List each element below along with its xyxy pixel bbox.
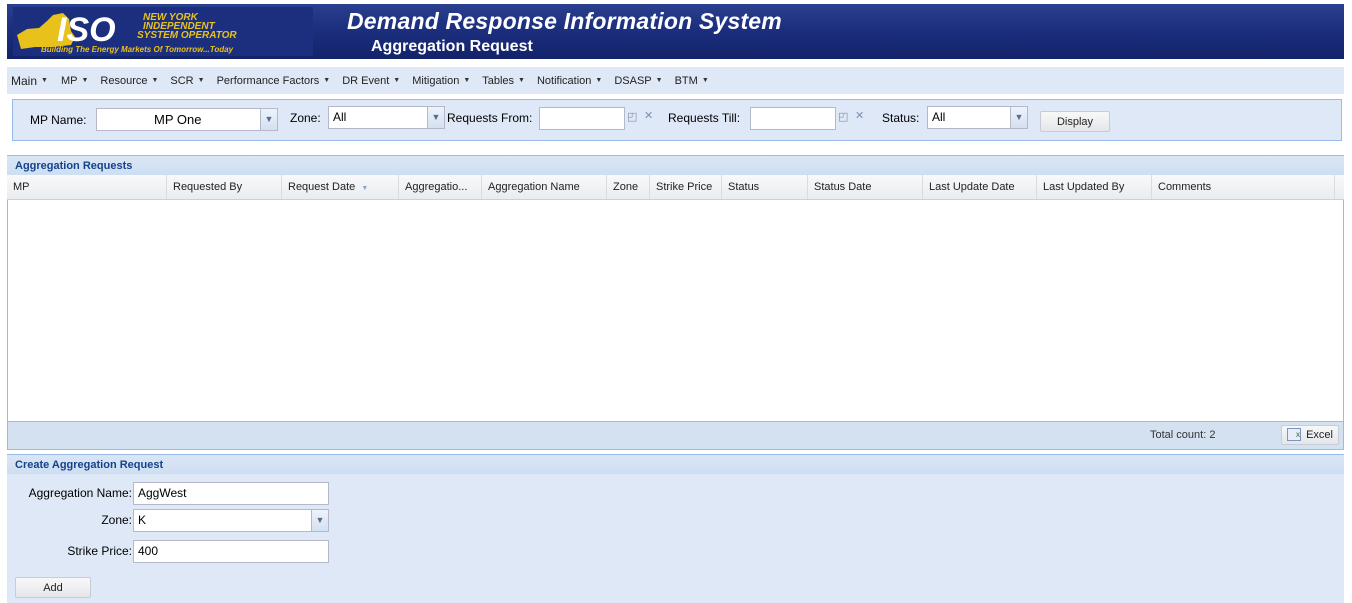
column-last-updated-by[interactable]: Last Updated By xyxy=(1037,175,1152,199)
header-banner: ISO NEW YORK INDEPENDENT SYSTEM OPERATOR… xyxy=(7,4,1344,59)
main-menu: Main ▼ MP ▼ Resource ▼ SCR ▼ Performance Fac… xyxy=(7,67,1344,94)
svg-text:SYSTEM OPERATOR: SYSTEM OPERATOR xyxy=(137,30,237,41)
chevron-down-icon: ▼ xyxy=(393,77,401,84)
app-title: Demand Response Information System xyxy=(347,8,782,34)
column-status[interactable]: Status xyxy=(722,175,808,199)
menu-mitigation[interactable]: Mitigation ▼ xyxy=(412,75,470,87)
mp-name-select[interactable]: MP One ▼ xyxy=(96,108,278,131)
grid-title: Aggregation Requests xyxy=(7,155,1344,176)
menu-scr[interactable]: SCR ▼ xyxy=(170,75,204,87)
logo-iso-text: ISO xyxy=(57,11,116,49)
svg-text:Building The Energy Markets Of: Building The Energy Markets Of Tomorrow.… xyxy=(41,45,234,54)
column-request-date[interactable]: Request Date ▼ xyxy=(282,175,399,199)
chevron-down-icon: ▼ xyxy=(463,77,471,84)
zone-select[interactable]: K ▼ xyxy=(133,509,329,532)
chevron-down-icon[interactable]: ▼ xyxy=(427,107,444,128)
menu-tables[interactable]: Tables ▼ xyxy=(482,75,525,87)
excel-button[interactable]: x Excel xyxy=(1281,425,1339,445)
chevron-down-icon: ▼ xyxy=(41,77,48,84)
status-select[interactable]: All ▼ xyxy=(927,106,1028,129)
requests-from-label: Requests From: xyxy=(447,111,533,125)
chevron-down-icon: ▼ xyxy=(197,77,205,84)
menu-dr-event[interactable]: DR Event ▼ xyxy=(342,75,400,87)
menu-dsasp[interactable]: DSASP ▼ xyxy=(614,75,662,87)
requests-till-label: Requests Till: xyxy=(668,111,741,125)
zone-label: Zone: xyxy=(290,111,321,125)
menu-mp[interactable]: MP ▼ xyxy=(61,75,88,87)
strike-price-input[interactable]: 400 xyxy=(133,540,329,563)
aggregation-name-input[interactable]: AggWest xyxy=(133,482,329,505)
chevron-down-icon[interactable]: ▼ xyxy=(260,109,277,130)
column-aggregation-id[interactable]: Aggregatio... xyxy=(399,175,482,199)
requests-till-input[interactable] xyxy=(750,107,836,130)
nyiso-logo: ISO NEW YORK INDEPENDENT SYSTEM OPERATOR… xyxy=(13,7,313,56)
column-requested-by[interactable]: Requested By xyxy=(167,175,282,199)
column-mp[interactable]: MP xyxy=(7,175,167,199)
column-status-date[interactable]: Status Date xyxy=(808,175,923,199)
zone-select[interactable]: All ▼ xyxy=(328,106,445,129)
sort-desc-icon: ▼ xyxy=(361,185,369,192)
requests-from-input[interactable] xyxy=(539,107,625,130)
clear-icon[interactable]: ✕ xyxy=(644,109,653,122)
excel-icon: x xyxy=(1287,428,1301,441)
display-button[interactable]: Display xyxy=(1040,111,1110,132)
page-title: Aggregation Request xyxy=(371,38,533,55)
chevron-down-icon: ▼ xyxy=(655,77,663,84)
create-form-title: Create Aggregation Request xyxy=(7,454,1344,475)
calendar-icon[interactable]: ◰ xyxy=(627,110,637,123)
strike-price-label: Strike Price: xyxy=(67,544,132,558)
zone-label: Zone: xyxy=(101,513,132,527)
create-form: Aggregation Name: AggWest Zone: K ▼ Stri… xyxy=(7,474,1344,603)
chevron-down-icon[interactable]: ▼ xyxy=(1010,107,1027,128)
mp-name-label: MP Name: xyxy=(30,113,87,127)
menu-performance-factors[interactable]: Performance Factors ▼ xyxy=(217,75,331,87)
chevron-down-icon: ▼ xyxy=(81,77,89,84)
grid-footer: Total count: 2 x Excel xyxy=(7,421,1344,450)
menu-resource[interactable]: Resource ▼ xyxy=(100,75,158,87)
chevron-down-icon: ▼ xyxy=(518,77,525,84)
aggregation-name-label: Aggregation Name: xyxy=(28,486,132,500)
menu-notification[interactable]: Notification ▼ xyxy=(537,75,602,87)
chevron-down-icon: ▼ xyxy=(151,77,159,84)
chevron-down-icon: ▼ xyxy=(701,77,709,84)
filter-panel: MP Name: MP One ▼ Zone: All ▼ Requests F… xyxy=(12,99,1342,141)
status-label: Status: xyxy=(882,111,920,125)
column-strike-price[interactable]: Strike Price xyxy=(650,175,722,199)
chevron-down-icon: ▼ xyxy=(595,77,603,84)
chevron-down-icon: ▼ xyxy=(323,77,331,84)
column-comments[interactable]: Comments xyxy=(1152,175,1335,199)
column-zone[interactable]: Zone xyxy=(607,175,650,199)
chevron-down-icon[interactable]: ▼ xyxy=(311,510,328,531)
column-aggregation-name[interactable]: Aggregation Name xyxy=(482,175,607,199)
total-count: Total count: 2 xyxy=(1150,429,1216,441)
clear-icon[interactable]: ✕ xyxy=(855,109,864,122)
menu-btm[interactable]: BTM ▼ xyxy=(675,75,709,87)
grid-header: MP Requested By Request Date ▼ Aggregati… xyxy=(7,175,1344,200)
menu-main[interactable]: Main ▼ xyxy=(11,74,48,88)
grid-body[interactable] xyxy=(7,200,1344,421)
add-button[interactable]: Add xyxy=(15,577,91,598)
calendar-icon[interactable]: ◰ xyxy=(838,110,848,123)
column-last-update-date[interactable]: Last Update Date xyxy=(923,175,1037,199)
